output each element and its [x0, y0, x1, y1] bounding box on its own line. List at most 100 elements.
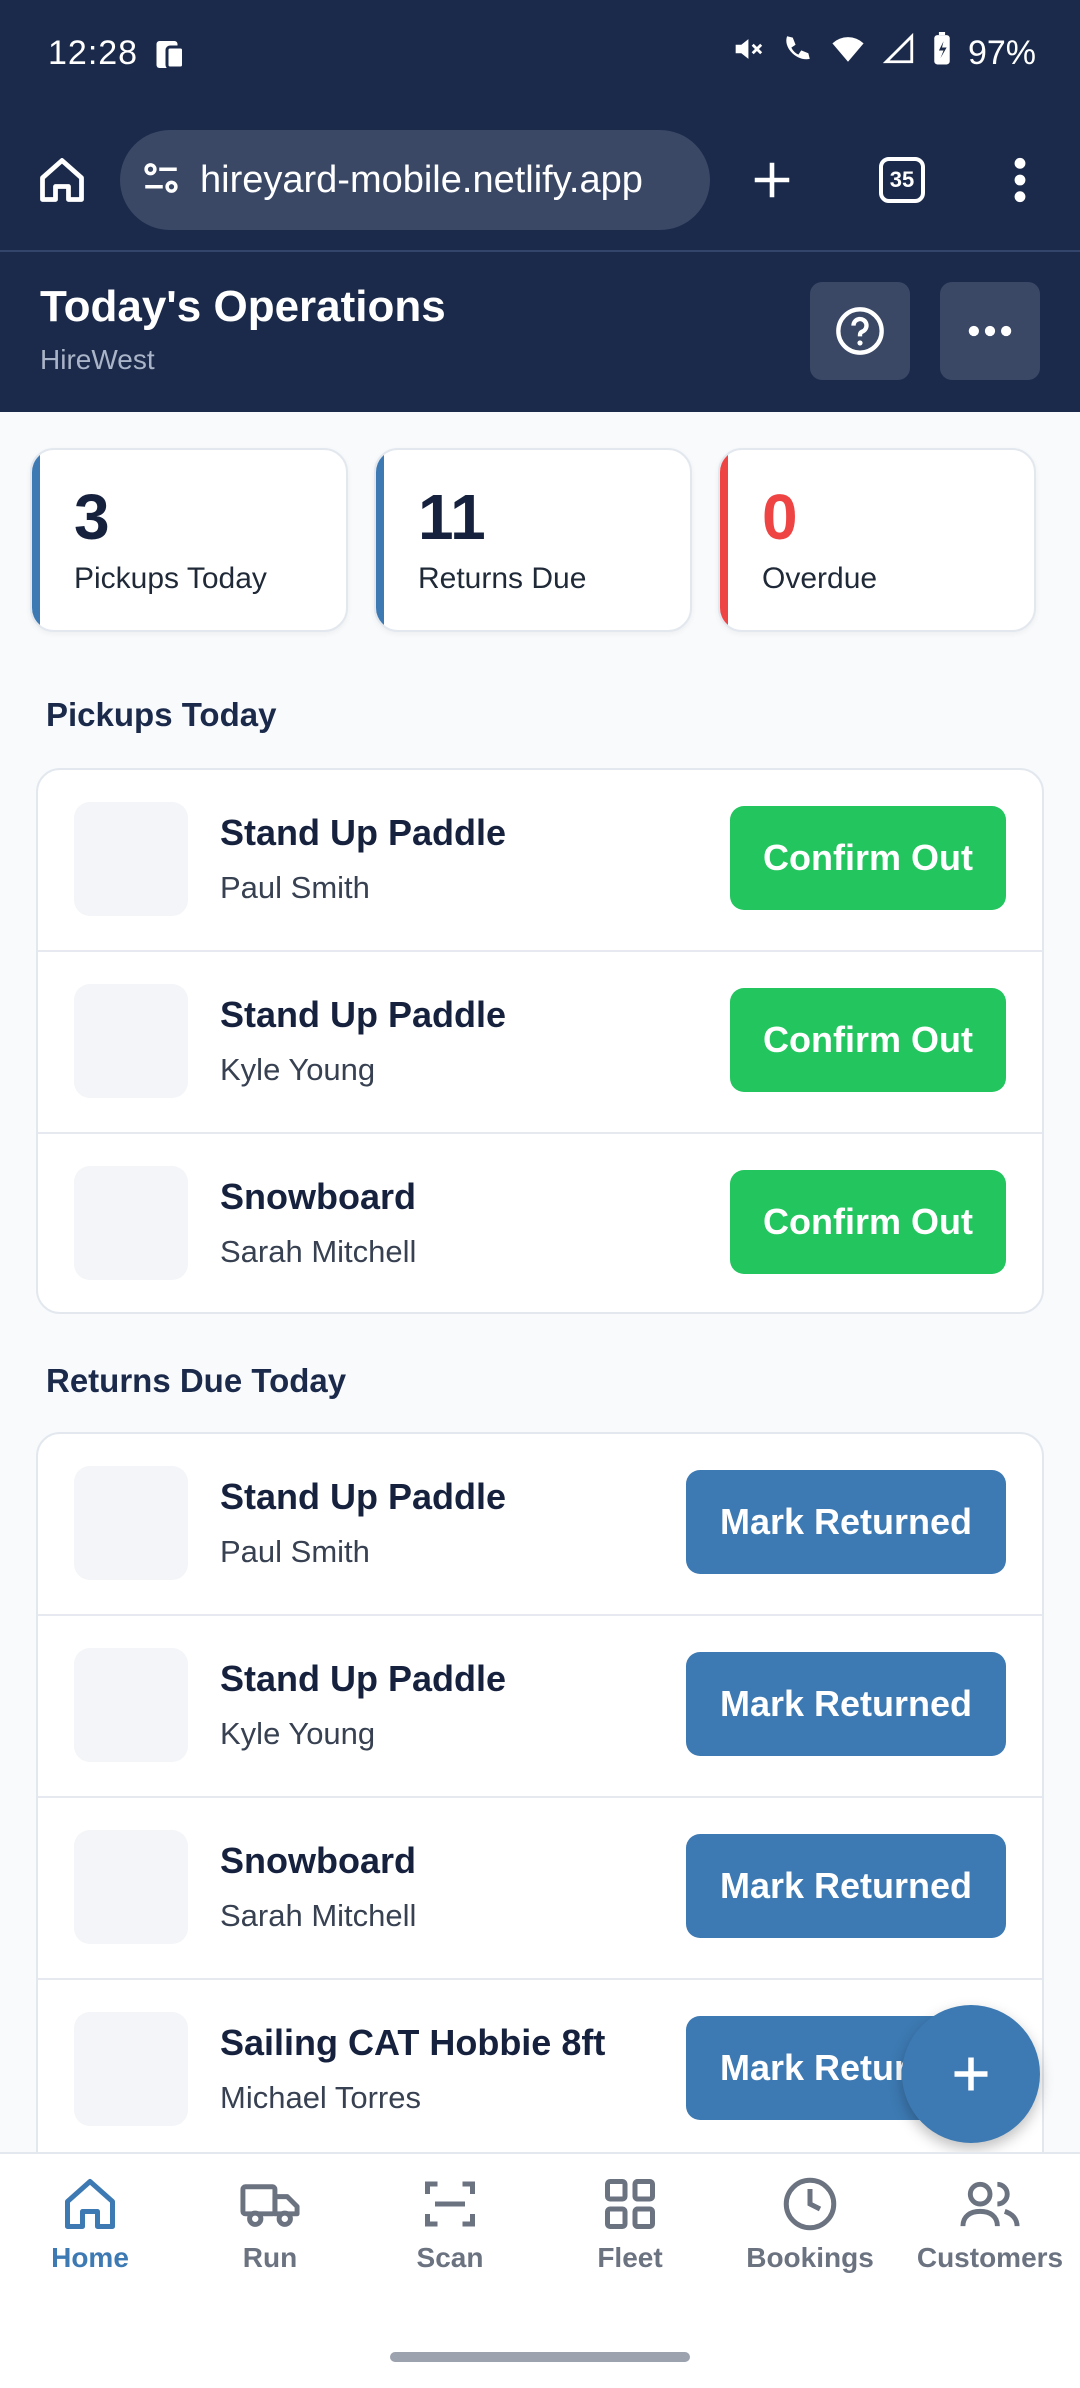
- stat-label: Pickups Today: [74, 562, 267, 595]
- tab-count: 35: [879, 157, 925, 203]
- confirm-out-button[interactable]: Confirm Out: [730, 988, 1006, 1092]
- pickups-list: Stand Up Paddle Paul Smith Confirm Out S…: [36, 768, 1044, 1314]
- device-icon: [152, 38, 188, 79]
- item-name: Stand Up Paddle: [220, 1658, 507, 1699]
- help-button[interactable]: [810, 282, 910, 380]
- nav-label: Fleet: [597, 2242, 663, 2273]
- customer-name: Paul Smith: [220, 870, 370, 905]
- browser-toolbar: hireyard-mobile.netlify.app 35: [0, 110, 1080, 252]
- more-options-button[interactable]: [940, 282, 1040, 380]
- item-thumbnail: [74, 1466, 188, 1580]
- kebab-menu-icon: [1014, 157, 1026, 203]
- home-icon: [65, 2179, 115, 2229]
- grid-icon: [605, 2179, 655, 2229]
- nav-label: Scan: [416, 2242, 484, 2273]
- stat-value: 3: [74, 481, 110, 553]
- list-item[interactable]: Stand Up Paddle Kyle Young Mark Returned: [38, 1616, 1042, 1798]
- stat-value: 11: [418, 481, 486, 553]
- stat-accent: [32, 450, 40, 630]
- app-header: Today's Operations HireWest: [0, 252, 1080, 412]
- nav-item-run[interactable]: Run: [180, 2174, 360, 2294]
- item-name: Sailing CAT Hobbie 8ft: [220, 2022, 606, 2063]
- nav-label: Home: [51, 2242, 129, 2273]
- new-tab-button[interactable]: [740, 148, 804, 212]
- item-thumbnail: [74, 1830, 188, 1944]
- customer-name: Kyle Young: [220, 1052, 376, 1087]
- section-title-pickups: Pickups Today: [46, 696, 277, 733]
- list-item[interactable]: Stand Up Paddle Paul Smith Mark Returned: [38, 1434, 1042, 1616]
- item-name: Stand Up Paddle: [220, 994, 507, 1035]
- section-title-returns: Returns Due Today: [46, 1362, 347, 1399]
- company-name: HireWest: [40, 344, 155, 375]
- nav-item-fleet[interactable]: Fleet: [540, 2174, 720, 2294]
- status-bar: 12:28 97%: [0, 0, 1080, 110]
- status-time: 12:28: [48, 34, 139, 72]
- item-name: Snowboard: [220, 1840, 416, 1881]
- users-icon: [960, 2181, 1020, 2227]
- mark-returned-button[interactable]: Mark Returned: [686, 1652, 1006, 1756]
- item-name: Stand Up Paddle: [220, 812, 507, 853]
- browser-menu-button[interactable]: [990, 148, 1050, 212]
- stat-accent: [376, 450, 384, 630]
- item-name: Stand Up Paddle: [220, 1476, 507, 1517]
- tab-switcher-button[interactable]: 35: [870, 148, 934, 212]
- stat-label: Overdue: [762, 562, 878, 595]
- nav-label: Customers: [916, 2242, 1064, 2273]
- nav-label: Bookings: [746, 2242, 874, 2273]
- browser-home-button[interactable]: [30, 148, 94, 212]
- gesture-home-indicator[interactable]: [390, 2352, 690, 2362]
- signal-icon: [882, 32, 916, 75]
- item-thumbnail: [74, 2012, 188, 2126]
- mute-icon: [730, 32, 764, 75]
- status-icons: 97%: [730, 32, 1036, 75]
- nav-item-customers[interactable]: Customers: [900, 2174, 1080, 2294]
- address-bar[interactable]: hireyard-mobile.netlify.app: [120, 130, 710, 230]
- customer-name: Sarah Mitchell: [220, 1898, 417, 1933]
- home-icon: [40, 158, 84, 202]
- list-item[interactable]: Stand Up Paddle Paul Smith Confirm Out: [38, 770, 1042, 952]
- list-item[interactable]: Stand Up Paddle Kyle Young Confirm Out: [38, 952, 1042, 1134]
- stat-card-returns[interactable]: 11 Returns Due: [374, 448, 692, 632]
- truck-icon: [240, 2184, 300, 2227]
- url-text[interactable]: hireyard-mobile.netlify.app: [200, 159, 643, 202]
- item-thumbnail: [74, 802, 188, 916]
- nav-item-bookings[interactable]: Bookings: [720, 2174, 900, 2294]
- mark-returned-button[interactable]: Mark Returned: [686, 1834, 1006, 1938]
- stat-card-pickups[interactable]: 3 Pickups Today: [30, 448, 348, 632]
- stat-card-overdue[interactable]: 0 Overdue: [718, 448, 1036, 632]
- nav-item-home[interactable]: Home: [0, 2174, 180, 2294]
- call-icon: [780, 32, 814, 75]
- scan-icon: [425, 2181, 475, 2227]
- mark-returned-button[interactable]: Mark Returned: [686, 1470, 1006, 1574]
- item-thumbnail: [74, 1166, 188, 1280]
- list-item[interactable]: Snowboard Sarah Mitchell Confirm Out: [38, 1134, 1042, 1312]
- more-horizontal-icon: [968, 325, 1012, 337]
- site-settings-icon[interactable]: [140, 157, 182, 204]
- plus-icon: [754, 162, 790, 198]
- add-booking-fab[interactable]: [902, 2005, 1040, 2143]
- returns-list: Stand Up Paddle Paul Smith Mark Returned…: [36, 1432, 1044, 2192]
- nav-item-scan[interactable]: Scan: [360, 2174, 540, 2294]
- clock-icon: [783, 2177, 837, 2231]
- battery-percent: 97%: [967, 34, 1036, 72]
- wifi-icon: [830, 32, 866, 75]
- item-thumbnail: [74, 984, 188, 1098]
- confirm-out-button[interactable]: Confirm Out: [730, 806, 1006, 910]
- stat-label: Returns Due: [418, 562, 587, 595]
- item-thumbnail: [74, 1648, 188, 1762]
- list-item[interactable]: Sailing CAT Hobbie 8ft Michael Torres Ma…: [38, 1980, 1042, 2162]
- plus-icon: [954, 2057, 988, 2091]
- battery-icon: [932, 32, 952, 75]
- customer-name: Kyle Young: [220, 1716, 376, 1751]
- nav-label: Run: [242, 2242, 298, 2273]
- page-title: Today's Operations: [40, 282, 446, 331]
- confirm-out-button[interactable]: Confirm Out: [730, 1170, 1006, 1274]
- customer-name: Paul Smith: [220, 1534, 370, 1569]
- help-icon: [836, 307, 884, 355]
- stat-value: 0: [762, 481, 798, 553]
- list-item[interactable]: Snowboard Sarah Mitchell Mark Returned: [38, 1798, 1042, 1980]
- customer-name: Sarah Mitchell: [220, 1234, 417, 1269]
- item-name: Snowboard: [220, 1176, 416, 1217]
- stat-accent: [720, 450, 728, 630]
- customer-name: Michael Torres: [220, 2080, 422, 2115]
